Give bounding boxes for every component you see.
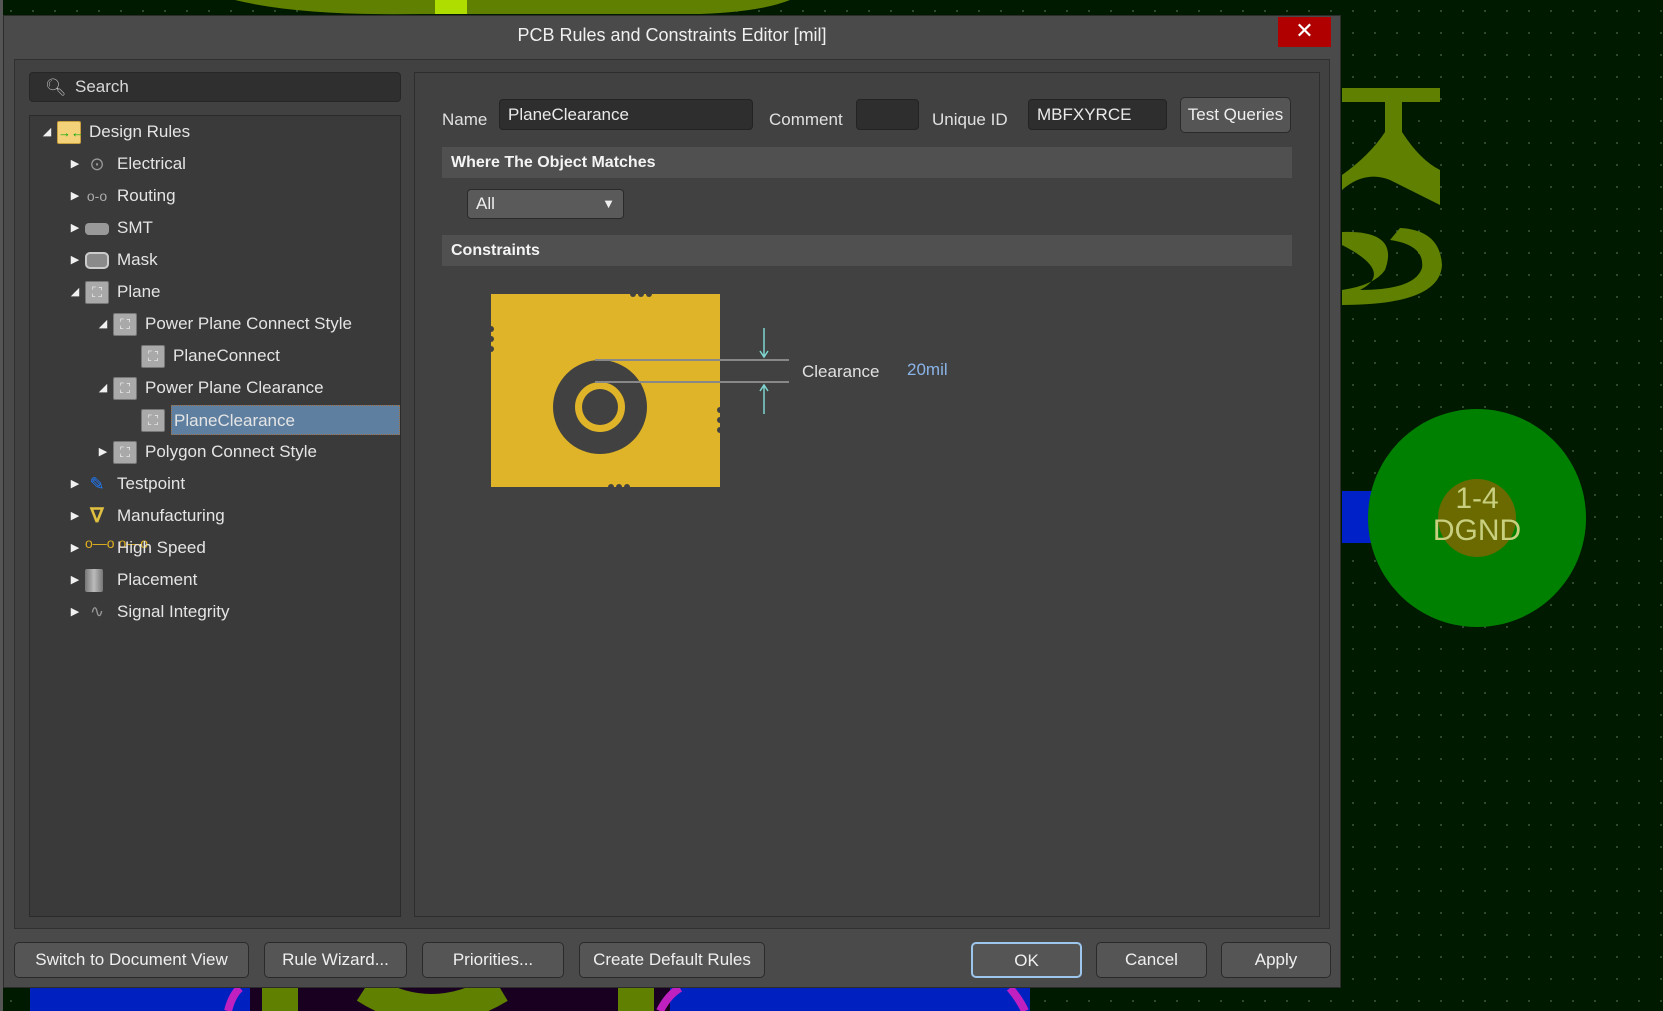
pad-number: 1-4 xyxy=(1455,482,1499,515)
tree-item-design-rules[interactable]: ◢ →← Design Rules xyxy=(30,117,400,147)
expand-arrow-icon[interactable]: ▶ xyxy=(68,213,82,243)
pad-net: DGND xyxy=(1432,514,1522,547)
ok-button[interactable]: OK xyxy=(971,942,1082,978)
tree-item-label: PlaneConnect xyxy=(173,346,280,365)
tree-item-smt[interactable]: ▶ SMT xyxy=(30,213,400,243)
tree-item-label: Placement xyxy=(117,570,198,589)
plane-icon: ⛶ xyxy=(113,377,137,400)
tree-item-label: Power Plane Connect Style xyxy=(145,314,352,333)
plane-icon: ⛶ xyxy=(141,409,165,432)
tree-item-manufacturing[interactable]: ▶ ∇ Manufacturing xyxy=(30,501,400,531)
collapse-arrow-icon[interactable]: ◢ xyxy=(40,117,54,147)
tree-item-label: High Speed xyxy=(117,538,206,557)
clearance-value[interactable]: 20mil xyxy=(907,360,948,380)
tree-item-power-plane-clearance[interactable]: ◢ ⛶ Power Plane Clearance xyxy=(30,373,400,403)
close-icon: ✕ xyxy=(1295,18,1314,43)
close-button[interactable]: ✕ xyxy=(1278,17,1331,47)
silkscreen-glyph xyxy=(1342,88,1440,205)
search-input[interactable]: 🔍︎ Search xyxy=(29,72,401,102)
plane-icon: ⛶ xyxy=(113,441,137,464)
design-rules-folder-icon: →← xyxy=(57,121,84,144)
rules-editor-dialog: PCB Rules and Constraints Editor [mil] ✕… xyxy=(3,15,1341,988)
search-placeholder: Search xyxy=(75,77,129,96)
clearance-label: Clearance xyxy=(802,362,880,381)
cancel-button[interactable]: Cancel xyxy=(1096,942,1207,978)
expand-arrow-icon[interactable]: ▶ xyxy=(68,245,82,275)
switch-document-view-button[interactable]: Switch to Document View xyxy=(14,942,249,978)
expand-arrow-icon[interactable]: ▶ xyxy=(68,469,82,499)
tree-item-high-speed[interactable]: ▶ o—o o—o High Speed xyxy=(30,533,400,563)
tree-item-label: PlaneClearance xyxy=(171,405,400,435)
tree-item-electrical[interactable]: ▶ ⊙ Electrical xyxy=(30,149,400,179)
signal-integrity-icon: ∿ xyxy=(89,602,105,621)
collapse-arrow-icon[interactable]: ◢ xyxy=(96,309,110,339)
mask-icon xyxy=(85,252,109,269)
tree-item-label: Mask xyxy=(117,250,158,269)
expand-arrow-icon[interactable]: ▶ xyxy=(68,501,82,531)
plane-icon: ⛶ xyxy=(85,281,109,304)
tree-item-plane[interactable]: ◢ ⛶ Plane xyxy=(30,277,400,307)
testpoint-icon: ✎ xyxy=(89,474,105,494)
silkscreen-glyph-2 xyxy=(1342,228,1442,305)
priorities-button[interactable]: Priorities... xyxy=(422,942,564,978)
tree-item-testpoint[interactable]: ▶ ✎ Testpoint xyxy=(30,469,400,499)
tree-item-label: Testpoint xyxy=(117,474,186,493)
tree-item-label: Signal Integrity xyxy=(117,602,230,621)
tree-item-label: SMT xyxy=(117,218,153,237)
smt-icon xyxy=(85,223,109,235)
top-trace xyxy=(235,0,790,15)
electrical-icon: ⊙ xyxy=(89,154,105,174)
manufacturing-icon: ∇ xyxy=(90,505,104,527)
rule-wizard-button[interactable]: Rule Wizard... xyxy=(264,942,407,978)
high-speed-icon: o—o o—o xyxy=(85,535,149,551)
tree-item-signal-integrity[interactable]: ▶ ∿ Signal Integrity xyxy=(30,597,400,627)
tree-item-label: Polygon Connect Style xyxy=(145,442,317,461)
tree-item-label: Electrical xyxy=(117,154,186,173)
rules-tree: ◢ →← Design Rules ▶ ⊙ Electrical ▶ o-o Routing ▶ S… xyxy=(29,115,401,917)
expand-arrow-icon[interactable]: ▶ xyxy=(68,181,82,211)
tree-item-label: Design Rules xyxy=(89,122,191,141)
rule-properties-panel: Name PlaneClearance Comment Unique ID MB… xyxy=(414,72,1320,917)
dimension-arrows xyxy=(759,328,769,414)
search-icon: 🔍︎ xyxy=(45,78,67,97)
expand-arrow-icon[interactable]: ▶ xyxy=(68,597,82,627)
top-pad xyxy=(435,0,467,14)
tree-item-placement[interactable]: ▶ Placement xyxy=(30,565,400,595)
expand-arrow-icon[interactable]: ▶ xyxy=(68,149,82,179)
dialog-title: PCB Rules and Constraints Editor [mil] xyxy=(517,25,827,45)
expand-arrow-icon[interactable]: ▶ xyxy=(96,437,110,467)
tree-item-label: Power Plane Clearance xyxy=(145,378,324,397)
expand-arrow-icon[interactable]: ▶ xyxy=(68,565,82,595)
tree-item-label: Plane xyxy=(117,282,161,301)
clearance-diagram xyxy=(488,291,789,490)
create-default-rules-button[interactable]: Create Default Rules xyxy=(579,942,765,978)
tree-item-label: Manufacturing xyxy=(117,506,225,525)
dialog-body: 🔍︎ Search ◢ →← Design Rules ▶ ⊙ Electrical ▶ o-… xyxy=(14,59,1330,929)
apply-button[interactable]: Apply xyxy=(1221,942,1331,978)
tree-item-polygon-connect-style[interactable]: ▶ ⛶ Polygon Connect Style xyxy=(30,437,400,467)
pad-hole xyxy=(582,389,618,425)
collapse-arrow-icon[interactable]: ◢ xyxy=(96,373,110,403)
tree-item-planeconnect[interactable]: ⛶ PlaneConnect xyxy=(30,341,400,371)
plane-icon: ⛶ xyxy=(113,313,137,336)
placement-icon xyxy=(85,569,103,592)
collapse-arrow-icon[interactable]: ◢ xyxy=(68,277,82,307)
tree-item-power-plane-connect-style[interactable]: ◢ ⛶ Power Plane Connect Style xyxy=(30,309,400,339)
tree-item-mask[interactable]: ▶ Mask xyxy=(30,245,400,275)
routing-icon: o-o xyxy=(86,188,108,204)
tree-item-label: Routing xyxy=(117,186,176,205)
tree-item-planeclearance[interactable]: ⛶ PlaneClearance xyxy=(30,405,400,435)
tree-item-routing[interactable]: ▶ o-o Routing xyxy=(30,181,400,211)
expand-arrow-icon[interactable]: ▶ xyxy=(68,533,82,563)
plane-icon: ⛶ xyxy=(141,345,165,368)
